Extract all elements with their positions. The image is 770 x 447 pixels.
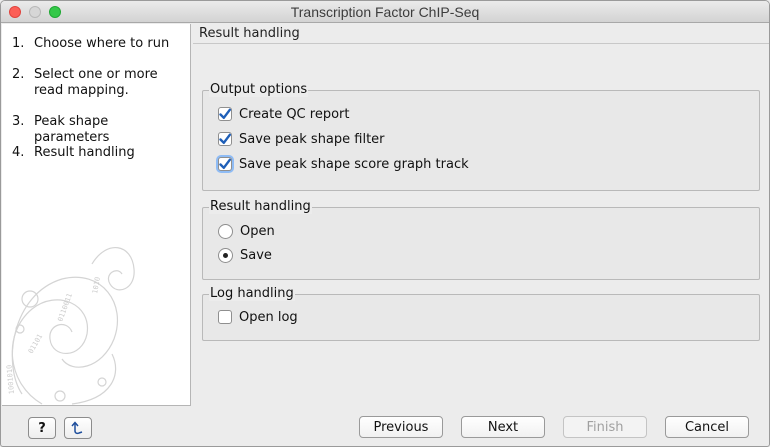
help-icon: ?: [38, 420, 46, 436]
step-label: Peak shape parameters: [34, 114, 110, 145]
decorative-swirl-graphic: 0110011 1010 1001010 01101: [5, 246, 135, 405]
step-number: 2.: [12, 67, 25, 82]
checkbox-box[interactable]: [218, 132, 232, 146]
radio-label: Save: [240, 247, 272, 263]
reset-button[interactable]: [64, 417, 92, 439]
section-divider: [193, 43, 769, 44]
undo-arrow-icon: [71, 421, 83, 435]
radio-selected-dot: [223, 252, 228, 258]
cancel-button[interactable]: Cancel: [665, 416, 749, 438]
group-title: Log handling: [209, 286, 295, 301]
save-peak-shape-filter-checkbox[interactable]: Save peak shape filter: [218, 130, 385, 148]
main-panel: Result handling Output options Create QC…: [193, 24, 769, 406]
checkmark-icon: [219, 133, 231, 144]
save-radio-option[interactable]: Save: [218, 246, 272, 264]
checkbox-box[interactable]: [218, 107, 232, 121]
open-log-checkbox[interactable]: Open log: [218, 308, 298, 326]
checkbox-label: Save peak shape score graph track: [239, 156, 469, 172]
checkbox-box[interactable]: [218, 310, 232, 324]
radio-button[interactable]: [218, 247, 233, 263]
previous-button[interactable]: Previous: [359, 416, 443, 438]
wizard-step-2: 2. Select one or more read mapping.: [12, 67, 184, 99]
window-title: Transcription Factor ChIP-Seq: [290, 4, 480, 20]
step-label: Result handling: [34, 145, 135, 160]
title-bar: Transcription Factor ChIP-Seq: [1, 1, 769, 23]
checkbox-box[interactable]: [218, 157, 232, 171]
group-title: Output options: [209, 82, 309, 97]
radio-button[interactable]: [218, 223, 233, 239]
wizard-steps-sidebar: 1. Choose where to run 2. Select one or …: [2, 24, 191, 406]
checkbox-label: Create QC report: [239, 106, 350, 122]
svg-text:01101: 01101: [27, 333, 44, 355]
dialog-window: Transcription Factor ChIP-Seq 1. Choose …: [0, 0, 770, 447]
checkmark-icon: [219, 158, 231, 169]
open-radio-option[interactable]: Open: [218, 222, 275, 240]
radio-label: Open: [240, 223, 275, 239]
result-handling-group: Result handling Open Save: [202, 199, 760, 280]
dialog-footer: ? Previous Next Finish Cancel: [1, 407, 769, 446]
output-options-group: Output options Create QC report Save pea…: [202, 82, 760, 191]
step-label: Choose where to run: [34, 36, 170, 51]
checkmark-icon: [219, 108, 231, 119]
svg-text:0110011: 0110011: [56, 292, 74, 322]
create-qc-report-checkbox[interactable]: Create QC report: [218, 105, 349, 123]
next-button[interactable]: Next: [461, 416, 545, 438]
step-number: 3.: [12, 114, 25, 129]
finish-button[interactable]: Finish: [563, 416, 647, 438]
section-title: Result handling: [199, 26, 300, 41]
step-number: 4.: [12, 145, 25, 160]
step-number: 1.: [12, 36, 25, 51]
wizard-step-3: 3. Peak shape parameters: [12, 114, 184, 146]
wizard-step-4: 4. Result handling: [12, 145, 184, 161]
save-peak-shape-score-graph-track-checkbox[interactable]: Save peak shape score graph track: [218, 155, 469, 173]
checkbox-label: Save peak shape filter: [239, 131, 385, 147]
svg-text:1010: 1010: [91, 276, 102, 294]
log-handling-group: Log handling Open log: [202, 286, 760, 341]
wizard-step-1: 1. Choose where to run: [12, 36, 184, 52]
checkbox-label: Open log: [239, 309, 298, 325]
group-title: Result handling: [209, 199, 312, 214]
step-label: Select one or more read mapping.: [34, 67, 158, 98]
help-button[interactable]: ?: [28, 417, 56, 439]
